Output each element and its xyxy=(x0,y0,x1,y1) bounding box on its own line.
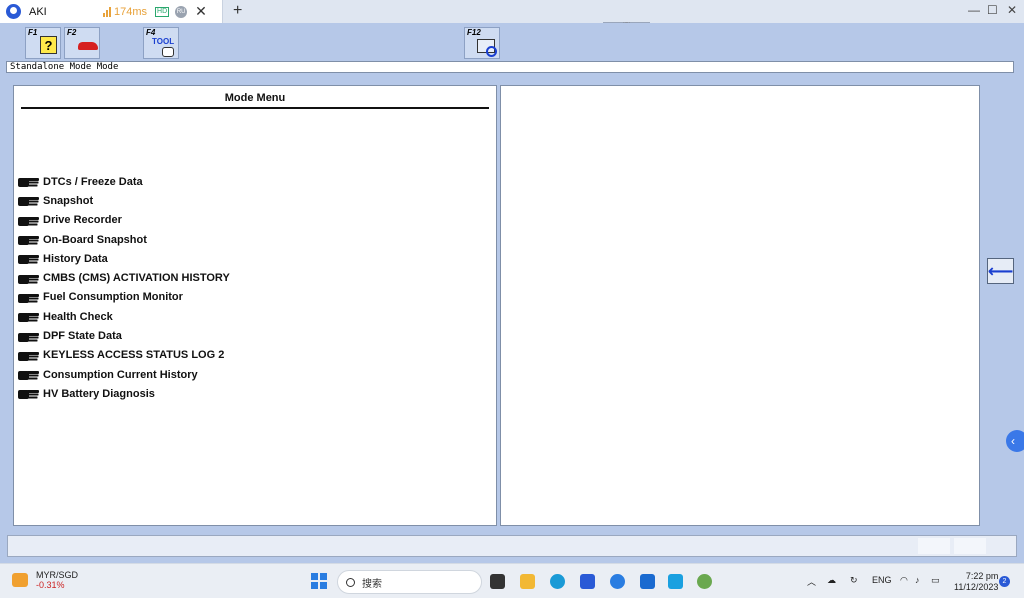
refresh-icon[interactable]: ↻ xyxy=(850,575,858,586)
volume-icon[interactable]: ♪ xyxy=(915,575,920,585)
menu-item-drive-recorder[interactable]: Drive Recorder xyxy=(18,211,230,230)
hand-icon xyxy=(162,47,174,57)
f2-label: F2 xyxy=(67,28,77,37)
wifi-icon[interactable]: ◠ xyxy=(900,575,908,586)
stock-icon xyxy=(12,573,28,587)
mode-menu-list: DTCs / Freeze Data Snapshot Drive Record… xyxy=(18,172,230,404)
close-tab-icon[interactable]: ✕ xyxy=(195,3,207,20)
chevron-up-icon[interactable]: ︿ xyxy=(807,575,816,588)
paw-app-icon[interactable] xyxy=(610,574,625,589)
menu-item-hv-battery-diagnosis[interactable]: HV Battery Diagnosis xyxy=(18,384,230,403)
new-tab-icon[interactable]: + xyxy=(233,2,242,20)
region-badge[interactable]: RU xyxy=(175,5,188,18)
start-button[interactable] xyxy=(311,573,327,589)
app-status-bar xyxy=(7,535,1017,557)
cloud-icon[interactable]: ☁ xyxy=(827,575,836,586)
menu-item-dtcs-freeze-data[interactable]: DTCs / Freeze Data xyxy=(18,172,230,191)
pointing-hand-icon xyxy=(18,350,39,361)
task-view-icon[interactable] xyxy=(490,574,505,589)
f4-tool-button[interactable]: F4 TOOL xyxy=(143,27,179,59)
f1-help-button[interactable]: F1 ? xyxy=(25,27,61,59)
edge-browser-icon[interactable] xyxy=(550,574,565,589)
side-panel-toggle-icon[interactable]: ‹ xyxy=(1006,430,1024,452)
telegram-icon[interactable] xyxy=(668,574,683,589)
pointing-hand-icon xyxy=(18,176,39,188)
pointing-hand-icon xyxy=(18,292,39,303)
windows-taskbar: MYR/SGD -0.31% 搜索 ︿ ☁ ↻ ENG ◠ ♪ ▭ 7:22 p… xyxy=(0,563,1024,598)
menu-item-consumption-current-history[interactable]: Consumption Current History xyxy=(18,365,230,384)
notification-badge[interactable]: 2 xyxy=(999,576,1010,587)
tool-icon: TOOL xyxy=(152,37,175,46)
tab-title: AKI xyxy=(29,5,47,18)
stock-change: -0.31% xyxy=(36,580,65,590)
detail-panel xyxy=(500,85,980,526)
maximize-icon[interactable]: ☐ xyxy=(987,3,998,17)
pointing-hand-icon xyxy=(18,253,39,265)
minimize-icon[interactable]: — xyxy=(968,3,980,17)
battery-icon[interactable]: ▭ xyxy=(931,575,940,586)
mode-menu-panel: Mode Menu DTCs / Freeze Data Snapshot Dr… xyxy=(13,85,497,526)
search-placeholder: 搜索 xyxy=(362,578,382,590)
f12-label: F12 xyxy=(467,28,481,37)
status-segment xyxy=(954,538,986,554)
stock-name: MYR/SGD xyxy=(36,570,79,580)
pointing-hand-icon xyxy=(18,215,39,226)
car-icon xyxy=(78,42,98,50)
menu-item-cmbs-activation-history[interactable]: CMBS (CMS) ACTIVATION HISTORY xyxy=(18,268,230,287)
menu-item-health-check[interactable]: Health Check xyxy=(18,307,230,326)
menu-item-history-data[interactable]: History Data xyxy=(18,249,230,268)
stock-widget[interactable]: MYR/SGD -0.31% xyxy=(12,570,78,590)
signal-strength-icon xyxy=(103,6,111,17)
language-indicator[interactable]: ENG xyxy=(872,575,892,585)
pointing-hand-icon xyxy=(18,331,39,342)
f1-label: F1 xyxy=(28,28,38,37)
f2-vehicle-button[interactable]: F2 xyxy=(64,27,100,59)
menu-item-dpf-state-data[interactable]: DPF State Data xyxy=(18,326,230,345)
browser-tab-bar: AKI 174ms HD RU ✕ + — ☐ ✕ xyxy=(0,0,1024,23)
pointing-hand-icon xyxy=(18,388,39,400)
f4-label: F4 xyxy=(146,28,156,37)
menu-item-keyless-access-status-log[interactable]: KEYLESS ACCESS STATUS LOG 2 xyxy=(18,346,230,365)
pointing-hand-icon xyxy=(18,273,39,284)
pointing-hand-icon xyxy=(18,311,39,323)
clock-time: 7:22 pm xyxy=(965,571,999,581)
taskbar-search[interactable]: 搜索 xyxy=(337,570,482,594)
profile-avatar-icon xyxy=(6,4,21,19)
diagnostic-app-icon[interactable] xyxy=(697,574,712,589)
f12-scan-button[interactable]: F12 xyxy=(464,27,500,59)
clock-date: 11/12/2023 xyxy=(954,582,999,592)
back-arrow-icon: ⟵ xyxy=(987,261,1014,281)
browser-tab[interactable]: AKI 174ms HD RU ✕ xyxy=(0,0,223,23)
mode-status-line: Standalone Mode Mode xyxy=(6,61,1014,73)
file-explorer-icon[interactable] xyxy=(520,574,535,589)
menu-title: Mode Menu xyxy=(21,91,489,109)
menu-item-snapshot[interactable]: Snapshot xyxy=(18,191,230,210)
ping-value: 174ms xyxy=(114,5,148,18)
system-clock[interactable]: 7:22 pm 11/12/2023 xyxy=(954,571,998,593)
pointing-hand-icon xyxy=(18,195,39,207)
hd-badge[interactable]: HD xyxy=(155,6,170,17)
menu-item-on-board-snapshot[interactable]: On-Board Snapshot xyxy=(18,230,230,249)
menu-item-fuel-consumption-monitor[interactable]: Fuel Consumption Monitor xyxy=(18,288,230,307)
back-button[interactable]: ⟵ xyxy=(987,258,1014,284)
pointing-hand-icon xyxy=(18,234,39,246)
help-icon: ? xyxy=(40,36,57,54)
store-icon[interactable] xyxy=(580,574,595,589)
status-segment xyxy=(918,538,950,554)
search-icon xyxy=(346,577,355,587)
app-toolbar: F1 ? F2 F4 TOOL F12 xyxy=(0,23,1024,60)
close-window-icon[interactable]: ✕ xyxy=(1007,3,1017,17)
pointing-hand-icon xyxy=(18,369,39,381)
scan-icon xyxy=(477,39,497,57)
remote-desktop-icon[interactable] xyxy=(640,574,655,589)
